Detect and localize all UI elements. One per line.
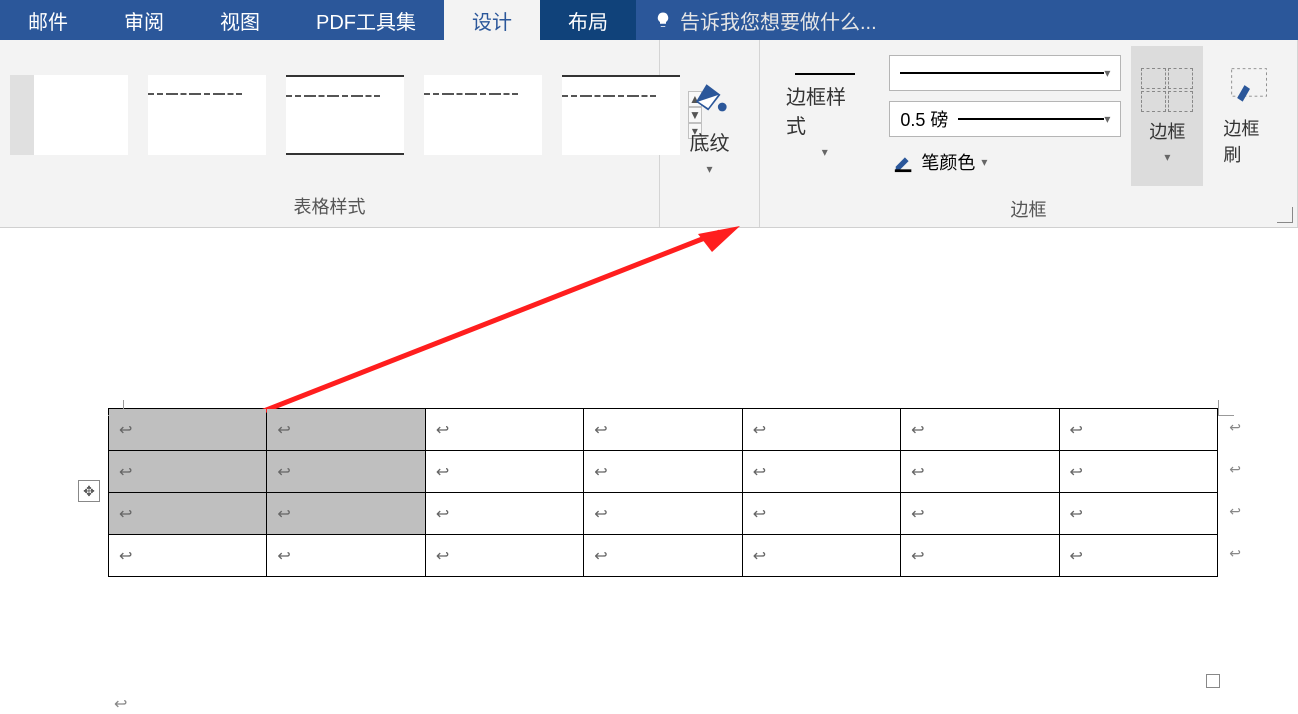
border-style-button[interactable]: 边框样式 ▾ [770, 67, 879, 165]
line-weight-dropdown[interactable]: 0.5 磅 ▾ [889, 101, 1121, 137]
borders-button[interactable]: 边框 ▾ [1131, 46, 1203, 186]
tab-mail[interactable]: 邮件 [0, 0, 96, 40]
group-shading: 底纹 ▾ [660, 40, 760, 227]
chevron-down-icon: ▾ [1164, 150, 1170, 164]
shading-button[interactable]: 底纹 ▾ [673, 73, 747, 182]
table-cell[interactable]: ↩ [267, 451, 425, 493]
pen-icon [893, 151, 915, 173]
pen-color-label: 笔颜色 [921, 149, 975, 175]
table-row[interactable]: ↩ ↩ ↩ ↩ ↩ ↩ ↩↩ [109, 409, 1218, 451]
border-painter-icon [1224, 65, 1276, 109]
table-style-thumb[interactable] [10, 75, 128, 155]
tab-layout[interactable]: 布局 [540, 0, 636, 40]
table-cell[interactable]: ↩↩ [1059, 493, 1217, 535]
borders-grid-icon [1141, 68, 1193, 112]
table-cell[interactable]: ↩ [584, 451, 742, 493]
table-cell[interactable]: ↩ [901, 409, 1059, 451]
table-row[interactable]: ↩ ↩ ↩ ↩ ↩ ↩ ↩↩ [109, 535, 1218, 577]
table-resize-handle[interactable] [1206, 674, 1220, 688]
table-cell[interactable]: ↩ [901, 535, 1059, 577]
table-row[interactable]: ↩ ↩ ↩ ↩ ↩ ↩ ↩↩ [109, 451, 1218, 493]
table-cell[interactable]: ↩ [425, 535, 583, 577]
chevron-down-icon: ▾ [981, 155, 987, 169]
tab-view[interactable]: 视图 [192, 0, 288, 40]
line-sample-icon [958, 118, 1104, 120]
tab-review[interactable]: 审阅 [96, 0, 192, 40]
lightbulb-icon [654, 11, 672, 29]
tell-me-search[interactable]: 告诉我您想要做什么... [636, 0, 1298, 40]
table-styles-gallery[interactable] [8, 75, 680, 155]
table-cell[interactable]: ↩ [267, 493, 425, 535]
shading-label: 底纹 [690, 127, 730, 156]
table-cell[interactable]: ↩ [742, 451, 900, 493]
table-cell[interactable]: ↩ [742, 493, 900, 535]
chevron-down-icon: ▾ [1104, 66, 1110, 80]
ribbon-tab-bar: 邮件 审阅 视图 PDF工具集 设计 布局 告诉我您想要做什么... [0, 0, 1298, 40]
table-cell[interactable]: ↩ [109, 409, 267, 451]
table-row[interactable]: ↩ ↩ ↩ ↩ ↩ ↩ ↩↩ [109, 493, 1218, 535]
table-cell[interactable]: ↩ [425, 409, 583, 451]
border-painter-label: 边框刷 [1223, 115, 1277, 167]
table-cell[interactable]: ↩ [267, 535, 425, 577]
borders-button-label: 边框 [1149, 118, 1185, 144]
margin-corner-icon [1218, 400, 1234, 416]
line-sample-icon [795, 73, 855, 75]
border-style-label: 边框样式 [786, 81, 863, 139]
group-borders: 边框样式 ▾ ▾ 0.5 磅 ▾ 笔颜色 [760, 40, 1298, 227]
group-table-styles: ▲ ▼ ▾ 表格样式 [0, 40, 660, 227]
table-cell[interactable]: ↩ [584, 409, 742, 451]
chevron-down-icon: ▾ [822, 145, 828, 159]
table-cell[interactable]: ↩ [425, 493, 583, 535]
line-weight-value: 0.5 磅 [900, 106, 948, 132]
document-table[interactable]: ↩ ↩ ↩ ↩ ↩ ↩ ↩↩ ↩ ↩ ↩ ↩ ↩ ↩ ↩↩ ↩ ↩ ↩ ↩ ↩ … [108, 408, 1218, 577]
table-cell[interactable]: ↩ [742, 409, 900, 451]
table-cell[interactable]: ↩ [109, 493, 267, 535]
pen-color-button[interactable]: 笔颜色 ▾ [889, 147, 1121, 177]
group-label-table-styles: 表格样式 [0, 189, 659, 227]
table-cell[interactable]: ↩↩ [1059, 409, 1217, 451]
table-style-thumb[interactable] [148, 75, 266, 155]
dialog-launcher-borders[interactable] [1277, 207, 1293, 223]
chevron-down-icon: ▾ [1104, 112, 1110, 126]
tell-me-placeholder: 告诉我您想要做什么... [680, 6, 877, 35]
ribbon: ▲ ▼ ▾ 表格样式 底纹 ▾ 边框样式 [0, 40, 1298, 228]
table-move-handle[interactable]: ✥ [78, 480, 100, 502]
line-style-dropdown[interactable]: ▾ [889, 55, 1121, 91]
document-area: ✥ ↩ ↩ ↩ ↩ ↩ ↩ ↩↩ ↩ ↩ ↩ ↩ ↩ ↩ ↩↩ ↩ ↩ ↩ ↩ … [0, 228, 1298, 688]
paint-bucket-icon [689, 79, 731, 121]
table-style-thumb[interactable] [286, 75, 404, 155]
table-cell[interactable]: ↩ [584, 493, 742, 535]
table-cell[interactable]: ↩ [109, 451, 267, 493]
annotation-arrow [200, 226, 760, 436]
table-cell[interactable]: ↩ [109, 535, 267, 577]
line-sample-icon [900, 72, 1104, 74]
tab-pdf-tools[interactable]: PDF工具集 [288, 0, 444, 40]
table-cell[interactable]: ↩ [742, 535, 900, 577]
chevron-down-icon: ▾ [706, 162, 712, 176]
table-cell[interactable]: ↩ [425, 451, 583, 493]
group-label-borders: 边框 [760, 192, 1297, 230]
table-style-thumb[interactable] [424, 75, 542, 155]
table-cell[interactable]: ↩↩ [1059, 451, 1217, 493]
paragraph-mark: ↩ [114, 694, 127, 714]
table-cell[interactable]: ↩↩ [1059, 535, 1217, 577]
tab-design[interactable]: 设计 [444, 0, 540, 40]
table-cell[interactable]: ↩ [584, 535, 742, 577]
table-cell[interactable]: ↩ [901, 493, 1059, 535]
border-painter-button[interactable]: 边框刷 [1213, 46, 1287, 186]
table-cell[interactable]: ↩ [267, 409, 425, 451]
table-cell[interactable]: ↩ [901, 451, 1059, 493]
